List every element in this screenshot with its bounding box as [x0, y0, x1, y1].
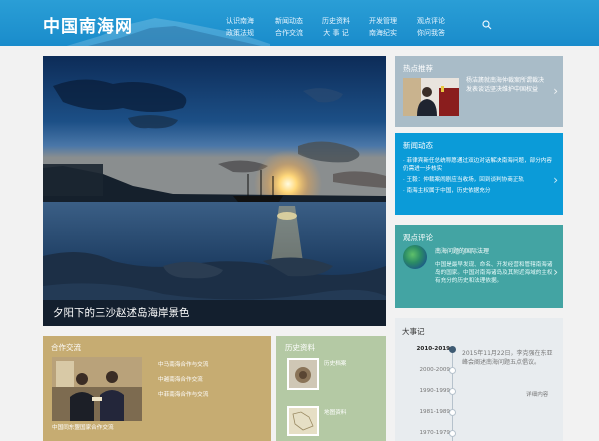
nav-item[interactable]: 历史资料 — [322, 15, 350, 27]
nav-item[interactable]: 南海纪实 — [369, 27, 397, 39]
timeline-year[interactable]: 1981-1989 — [408, 409, 451, 415]
history-panel: 历史资料 历史档案 地图资料 — [276, 336, 386, 441]
cooperation-links: 中马南海合作与交流 中越南海合作交流 中菲南海合作与交流 — [158, 358, 208, 403]
nav-item[interactable]: 合作交流 — [275, 27, 303, 39]
cooperation-link[interactable]: 中菲南海合作与交流 — [158, 388, 208, 403]
history-link[interactable]: 历史档案 — [324, 359, 346, 367]
panel-title[interactable]: 合作交流 — [51, 342, 81, 353]
site-header: 中国南海网 认识南海 政策法规 新闻动态 合作交流 历史资料 大 事 记 开发管… — [0, 0, 599, 46]
timeline-dot[interactable] — [449, 388, 456, 395]
news-item[interactable]: · 王毅：仲裁案闹剧应当收场，回到谈判协商正轨 — [403, 176, 553, 184]
timeline-year[interactable]: 1970-1979 — [408, 430, 451, 436]
news-item[interactable]: · 菲律宾新任总统称愿通过双边对话解决南海问题，部分内容仍需进一步核实 — [403, 157, 553, 173]
nav-item[interactable]: 认识南海 — [226, 15, 254, 27]
hero-image[interactable]: 夕阳下的三沙赵述岛海岸景色 — [43, 56, 386, 326]
event-detail-link[interactable]: 详细内容 — [526, 390, 548, 398]
nav-item[interactable]: 大 事 记 — [322, 27, 350, 39]
cooperation-photo[interactable] — [52, 357, 142, 421]
nav-column-4: 开发管理 南海纪实 — [369, 15, 397, 39]
panel-title[interactable]: 历史资料 — [285, 342, 315, 353]
commentary-headline[interactable]: 南海问题的国际法理 — [435, 246, 489, 255]
hot-news-text[interactable]: 杨洁篪就南海仲裁案所谓裁决发表谈话坚决维护中国权益 — [466, 77, 546, 94]
timeline-year[interactable]: 2000-2009 — [408, 367, 451, 373]
nav-column-3: 历史资料 大 事 记 — [322, 15, 350, 39]
cooperation-panel: 合作交流 中马南海合作与交流 中越南海合作交流 中菲南海合作与交流 中国同东盟国… — [43, 336, 271, 441]
panel-title[interactable]: 观点评论 — [403, 232, 433, 243]
panel-title: 热点推荐 — [403, 64, 433, 73]
timeline-dot[interactable] — [449, 430, 456, 437]
hot-recommend-panel[interactable]: 热点推荐 杨洁篪就南海仲裁案所谓裁决发表谈话坚决维护中国权益 › — [395, 56, 563, 127]
news-list: · 菲律宾新任总统称愿通过双边对话解决南海问题，部分内容仍需进一步核实 · 王毅… — [403, 157, 553, 198]
timeline-dot-active[interactable] — [449, 346, 456, 353]
nav-item[interactable]: 开发管理 — [369, 15, 397, 27]
chevron-right-icon[interactable]: › — [553, 265, 558, 279]
timeline-year[interactable]: 1990-1999 — [408, 388, 451, 394]
event-description: 2015年11月22日，李克强在东亚峰会阐述南海问题五点倡议。 — [462, 350, 553, 366]
site-logo[interactable]: 中国南海网 — [43, 12, 133, 37]
nav-column-1: 认识南海 政策法规 — [226, 15, 254, 39]
news-panel: 新闻动态 · 菲律宾新任总统称愿通过双边对话解决南海问题，部分内容仍需进一步核实… — [395, 133, 563, 215]
nav-item[interactable]: 观点评论 — [417, 15, 445, 27]
history-archive-thumbnail[interactable] — [287, 358, 319, 390]
hot-news-photo[interactable] — [403, 78, 459, 116]
timeline-dot[interactable] — [449, 367, 456, 374]
panel-title[interactable]: 新闻动态 — [403, 140, 433, 151]
news-item[interactable]: · 南海主权属于中国，历史依据充分 — [403, 187, 553, 195]
history-map-thumbnail[interactable] — [287, 406, 319, 436]
hero-caption[interactable]: 夕阳下的三沙赵述岛海岸景色 — [43, 300, 386, 326]
search-icon[interactable] — [482, 20, 492, 30]
history-link[interactable]: 地图资料 — [324, 408, 346, 416]
cooperation-link[interactable]: 中越南海合作交流 — [158, 373, 208, 388]
timeline-dot[interactable] — [449, 409, 456, 416]
cooperation-caption: 中国同东盟国家合作交流 — [52, 425, 114, 431]
nav-item[interactable]: 新闻动态 — [275, 15, 303, 27]
panel-title[interactable]: 大事记 — [402, 326, 425, 337]
sunset-seascape-image — [43, 56, 386, 326]
nav-item[interactable]: 政策法规 — [226, 27, 254, 39]
commentary-summary: 中国是最早发现、命名、开发经营和管辖南海诸岛的国家。中国对南海诸岛及其附近海域的… — [435, 262, 553, 284]
chevron-right-icon[interactable]: › — [553, 84, 558, 98]
nav-column-2: 新闻动态 合作交流 — [275, 15, 303, 39]
commentary-panel: 观点评论 “ 南海问题的国际法理 中国是最早发现、命名、开发经营和管辖南海诸岛的… — [395, 225, 563, 308]
nav-item[interactable]: 你问我答 — [417, 27, 445, 39]
nav-column-5: 观点评论 你问我答 — [417, 15, 445, 39]
chevron-right-icon[interactable]: › — [553, 173, 558, 187]
timeline-year[interactable]: 2010-2019 — [408, 346, 450, 352]
globe-icon — [403, 245, 427, 269]
chronicle-panel: 大事记 2010-2019 2000-2009 1990-1999 1981-1… — [395, 318, 563, 441]
cooperation-link[interactable]: 中马南海合作与交流 — [158, 358, 208, 373]
